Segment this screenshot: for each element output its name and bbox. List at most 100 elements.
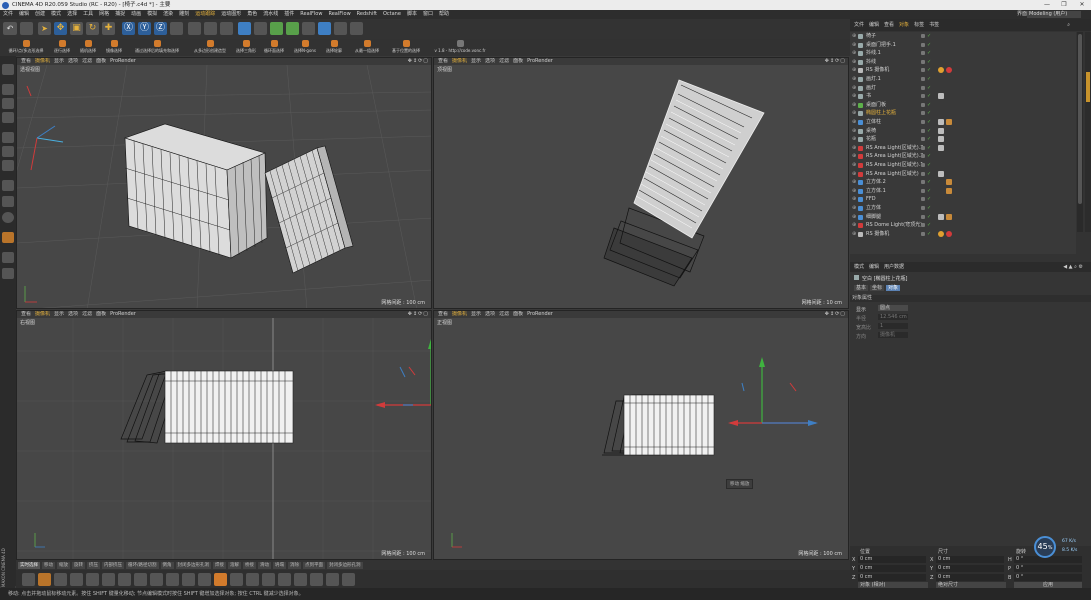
layer-color-icon[interactable]: [921, 68, 925, 73]
om-menu-bookmarks[interactable]: 书签: [929, 22, 939, 28]
object-row[interactable]: ⊕ RS Area Light(区域光) ✓: [850, 170, 1076, 179]
tab-bevel[interactable]: 倒角: [160, 562, 174, 569]
pen-spline-icon[interactable]: [254, 22, 267, 35]
layer-color-icon[interactable]: [921, 128, 925, 133]
menu-window[interactable]: 窗口: [420, 11, 436, 17]
snap-icon[interactable]: [2, 212, 14, 223]
menu-realflow[interactable]: RealFlow: [297, 11, 325, 17]
array-icon[interactable]: [286, 22, 299, 35]
enabled-check-icon[interactable]: ✓: [927, 102, 931, 108]
vp-menu-options[interactable]: 选项: [485, 58, 495, 64]
enabled-check-icon[interactable]: ✓: [927, 76, 931, 82]
object-row[interactable]: ⊕ 桌面门板 ✓: [850, 101, 1076, 110]
vp-menu-cameras[interactable]: 摄像机: [452, 58, 467, 64]
texture-tag-icon[interactable]: [946, 213, 952, 220]
workplane-icon[interactable]: [2, 112, 14, 123]
expand-icon[interactable]: ⊕: [852, 144, 856, 153]
object-row[interactable]: ⊕ 细脚腿 ✓: [850, 213, 1076, 222]
viewport-nav-icons[interactable]: ✥↕⟳▢: [408, 58, 429, 64]
plugin-fill-select[interactable]: 通过选择后的填充和选择: [128, 40, 186, 55]
menu-create[interactable]: 创建: [32, 11, 48, 17]
texture-mode-icon[interactable]: [2, 98, 14, 109]
object-list-scrollbar[interactable]: [1077, 32, 1083, 232]
tab-dissolve[interactable]: 溶解: [228, 562, 242, 569]
cube-primitive-icon[interactable]: [238, 22, 251, 35]
subdivision-surface-icon[interactable]: [270, 22, 283, 35]
optimize-icon[interactable]: [326, 573, 339, 586]
enabled-check-icon[interactable]: ✓: [927, 231, 931, 237]
object-row[interactable]: ⊕ 桌椅 ✓: [850, 127, 1076, 136]
enabled-check-icon[interactable]: ✓: [927, 179, 931, 185]
om-search-icon[interactable]: ⌕: [1067, 19, 1070, 31]
attr-subtab-coord[interactable]: 坐标: [870, 285, 885, 291]
layout-select[interactable]: Modeling (用户): [1027, 11, 1081, 18]
om-menu-edit[interactable]: 编辑: [869, 22, 879, 28]
enabled-check-icon[interactable]: ✓: [927, 33, 931, 39]
texture-tag-icon[interactable]: [946, 187, 952, 194]
expand-icon[interactable]: ⊕: [852, 49, 856, 58]
undo-icon[interactable]: ↶: [3, 22, 17, 35]
object-row[interactable]: ⊕ 立方体.2 ✓: [850, 178, 1076, 187]
vp-menu-filter[interactable]: 过滤: [499, 58, 509, 64]
layer-color-icon[interactable]: [921, 120, 925, 124]
enabled-check-icon[interactable]: ✓: [927, 188, 931, 194]
expand-icon[interactable]: ⊕: [852, 204, 856, 213]
camera-icon[interactable]: [334, 22, 347, 35]
close-button[interactable]: ✕: [1073, 0, 1091, 10]
viewport-nav-icons[interactable]: ✥↕⟳▢: [408, 311, 429, 317]
expand-icon[interactable]: ⊕: [852, 84, 856, 93]
material-tag-icon[interactable]: [938, 144, 944, 151]
clone-icon[interactable]: [262, 573, 275, 586]
vp-menu-options[interactable]: 选项: [485, 311, 495, 317]
texture-tag-icon[interactable]: [946, 119, 952, 125]
enabled-check-icon[interactable]: ✓: [927, 153, 931, 159]
vp-menu-display[interactable]: 显示: [54, 58, 64, 64]
menu-render[interactable]: 渲染: [160, 11, 176, 17]
menu-mesh[interactable]: 网格: [96, 11, 112, 17]
viewport-top[interactable]: 查看 摄像机 显示 选项 过滤 面板 ProRender ✥↕⟳▢ 顶视图 网格间距 : 1…: [433, 57, 849, 309]
layer-color-icon[interactable]: [921, 59, 925, 64]
stitch-icon[interactable]: [166, 573, 179, 586]
om-menu-tags[interactable]: 标签: [914, 22, 924, 28]
plugin-select-triangles[interactable]: 选择三角形: [234, 40, 258, 55]
expand-icon[interactable]: ⊕: [852, 75, 856, 84]
subdivide-icon[interactable]: [342, 573, 355, 586]
menu-octane[interactable]: Octane: [380, 11, 404, 17]
enabled-check-icon[interactable]: ✓: [927, 171, 931, 177]
polygon-pen-icon[interactable]: [86, 573, 99, 586]
attr-tab-userdata[interactable]: 用户数据: [884, 264, 904, 270]
menu-plugins[interactable]: 插件: [281, 11, 297, 17]
camera-tag-icon[interactable]: [946, 230, 952, 237]
redshift-tag-icon[interactable]: [938, 67, 944, 74]
attr-tab-edit[interactable]: 编辑: [869, 264, 879, 270]
viewport-right[interactable]: 查看 摄像机 显示 选项 过滤 面板 ProRender ✥↕⟳▢ 右视图 网格间距 : 1…: [16, 310, 432, 560]
radius-input[interactable]: 12.546 cm: [878, 314, 908, 320]
polygons-mode-icon[interactable]: [2, 160, 14, 171]
vp-menu-view[interactable]: 查看: [21, 311, 31, 317]
layer-color-icon[interactable]: [921, 111, 925, 116]
aspect-input[interactable]: 1: [878, 323, 908, 329]
tab-eliminate[interactable]: 消除: [288, 562, 302, 569]
material-tag-icon[interactable]: [938, 93, 944, 100]
attr-nav-icons[interactable]: ◀ ▲ ⌕ ⚙: [1063, 262, 1083, 272]
floor-icon[interactable]: [318, 22, 331, 35]
object-row[interactable]: ⊕ RS Area Light(区域光).1 ✓: [850, 161, 1076, 170]
expand-icon[interactable]: ⊕: [852, 92, 856, 101]
layer-color-icon[interactable]: [921, 94, 925, 99]
render-picture-viewer-icon[interactable]: [204, 22, 217, 35]
display-select[interactable]: 圆点: [878, 305, 908, 311]
vp-menu-panel[interactable]: 面板: [513, 58, 523, 64]
plugin-loop-face-select[interactable]: 循环面选择: [262, 40, 286, 55]
workplane-lock-icon[interactable]: [2, 252, 14, 263]
tab-weld[interactable]: 焊接: [213, 562, 227, 569]
menu-snap[interactable]: 捕捉: [112, 11, 128, 17]
size-y-input[interactable]: 0 cm: [936, 565, 1004, 572]
expand-icon[interactable]: ⊕: [852, 152, 856, 161]
plugin-group-select[interactable]: 从最一组选择: [350, 40, 384, 55]
vp-menu-display[interactable]: 显示: [54, 311, 64, 317]
menu-realflow-2[interactable]: RealFlow: [325, 11, 353, 17]
menu-redshift[interactable]: Redshift: [354, 11, 380, 17]
layer-color-icon[interactable]: [921, 51, 925, 56]
vp-menu-options[interactable]: 选项: [68, 58, 78, 64]
recent-tool-icon[interactable]: ✚: [102, 22, 115, 35]
